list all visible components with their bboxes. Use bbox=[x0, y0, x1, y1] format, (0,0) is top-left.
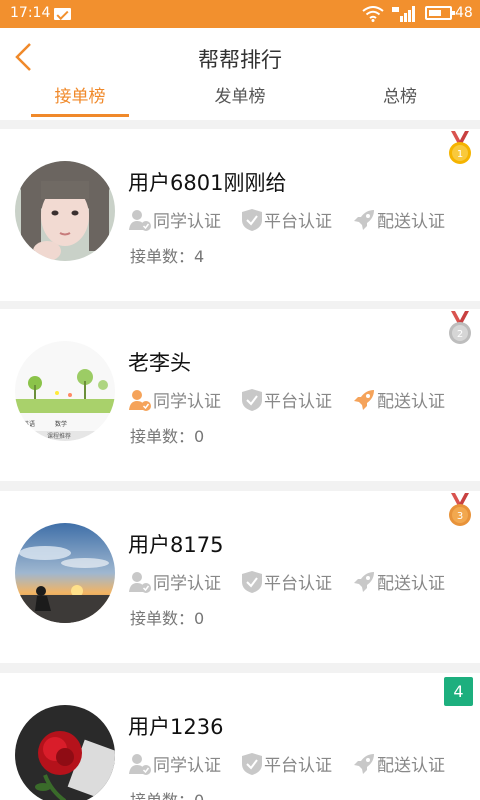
delivery-cert: 配送认证 bbox=[352, 569, 445, 594]
delivery-cert-label: 配送认证 bbox=[377, 392, 445, 412]
classmate-cert-icon bbox=[129, 753, 151, 775]
wifi-icon bbox=[362, 6, 384, 22]
battery-level: 48 bbox=[455, 5, 473, 21]
classmate-cert-label: 同学认证 bbox=[153, 756, 221, 776]
user-name: 老李头 bbox=[128, 351, 191, 375]
order-count: 接单数：0 bbox=[130, 427, 205, 446]
classmate-cert: 同学认证 bbox=[128, 569, 221, 594]
order-count: 接单数：0 bbox=[130, 609, 205, 628]
order-count: 接单数：4 bbox=[130, 247, 205, 266]
avatar: 英语 数学 课程推荐 bbox=[15, 341, 115, 441]
tab-receive-orders[interactable]: 接单榜 bbox=[0, 82, 160, 118]
platform-cert: 平台认证 bbox=[241, 569, 332, 594]
classmate-cert-icon bbox=[129, 389, 151, 411]
avatar-text: 课程推荐 bbox=[47, 432, 71, 440]
ranking-item[interactable]: 用户1236 同学认证 平台认证 配送认证 接单数：0 4 bbox=[0, 673, 480, 800]
shield-icon bbox=[242, 208, 262, 231]
classmate-cert-icon bbox=[129, 571, 151, 593]
rank-number: 1 bbox=[457, 149, 463, 160]
rocket-icon bbox=[354, 209, 374, 230]
platform-cert-label: 平台认证 bbox=[264, 212, 332, 232]
gold-medal-icon: 1 bbox=[449, 131, 471, 164]
rank-number: 2 bbox=[457, 329, 463, 340]
delivery-cert-label: 配送认证 bbox=[377, 756, 445, 776]
ranking-item[interactable]: 英语 数学 课程推荐 老李头 同学认证 平台认证 配送认证 接单数：0 2 bbox=[0, 309, 480, 481]
rank-number: 3 bbox=[457, 511, 463, 522]
rocket-icon bbox=[354, 389, 374, 410]
avatar-text: 数学 bbox=[55, 420, 67, 428]
platform-cert-label: 平台认证 bbox=[264, 574, 332, 594]
shield-icon bbox=[242, 570, 262, 593]
page-title: 帮帮排行 bbox=[198, 48, 282, 72]
user-name: 用户1236 bbox=[128, 715, 224, 739]
tab-indicator bbox=[31, 114, 129, 117]
avatar-text: 英语 bbox=[23, 420, 35, 428]
status-bar: 17:14 48 bbox=[0, 0, 480, 28]
avatar bbox=[15, 161, 115, 261]
signal-icon bbox=[392, 6, 415, 22]
delivery-cert: 配送认证 bbox=[352, 387, 445, 412]
silver-medal-icon: 2 bbox=[449, 311, 471, 344]
bronze-medal-icon: 3 bbox=[449, 493, 471, 526]
platform-cert: 平台认证 bbox=[241, 387, 332, 412]
user-name: 用户8175 bbox=[128, 533, 224, 557]
delivery-cert-label: 配送认证 bbox=[377, 212, 445, 232]
status-time: 17:14 bbox=[10, 5, 51, 21]
avatar bbox=[15, 523, 115, 623]
ranking-item[interactable]: 用户6801刚刚给 同学认证 平台认证 配送认证 接单数：4 1 bbox=[0, 129, 480, 301]
user-name: 用户6801刚刚给 bbox=[128, 171, 287, 195]
platform-cert: 平台认证 bbox=[241, 207, 332, 232]
avatar bbox=[15, 705, 115, 800]
battery-icon bbox=[425, 6, 455, 20]
classmate-cert-icon bbox=[129, 209, 151, 231]
delivery-cert: 配送认证 bbox=[352, 207, 445, 232]
tab-post-orders[interactable]: 发单榜 bbox=[160, 82, 320, 118]
order-count: 接单数：0 bbox=[130, 787, 204, 800]
platform-cert: 平台认证 bbox=[241, 751, 332, 776]
delivery-cert: 配送认证 bbox=[352, 751, 445, 776]
classmate-cert: 同学认证 bbox=[128, 207, 221, 232]
rocket-icon bbox=[354, 753, 374, 774]
rocket-icon bbox=[354, 571, 374, 592]
platform-cert-label: 平台认证 bbox=[264, 756, 332, 776]
classmate-cert-label: 同学认证 bbox=[153, 574, 221, 594]
classmate-cert: 同学认证 bbox=[128, 751, 221, 776]
shield-icon bbox=[242, 752, 262, 775]
classmate-cert: 同学认证 bbox=[128, 387, 221, 412]
mail-icon bbox=[54, 8, 71, 20]
delivery-cert-label: 配送认证 bbox=[377, 574, 445, 594]
rank-badge: 4 bbox=[444, 677, 473, 706]
platform-cert-label: 平台认证 bbox=[264, 392, 332, 412]
ranking-item[interactable]: 用户8175 同学认证 平台认证 配送认证 接单数：0 3 bbox=[0, 491, 480, 663]
tab-overall[interactable]: 总榜 bbox=[320, 82, 480, 118]
classmate-cert-label: 同学认证 bbox=[153, 212, 221, 232]
shield-icon bbox=[242, 388, 262, 411]
header: 帮帮排行 接单榜 发单榜 总榜 bbox=[0, 28, 480, 120]
classmate-cert-label: 同学认证 bbox=[153, 392, 221, 412]
